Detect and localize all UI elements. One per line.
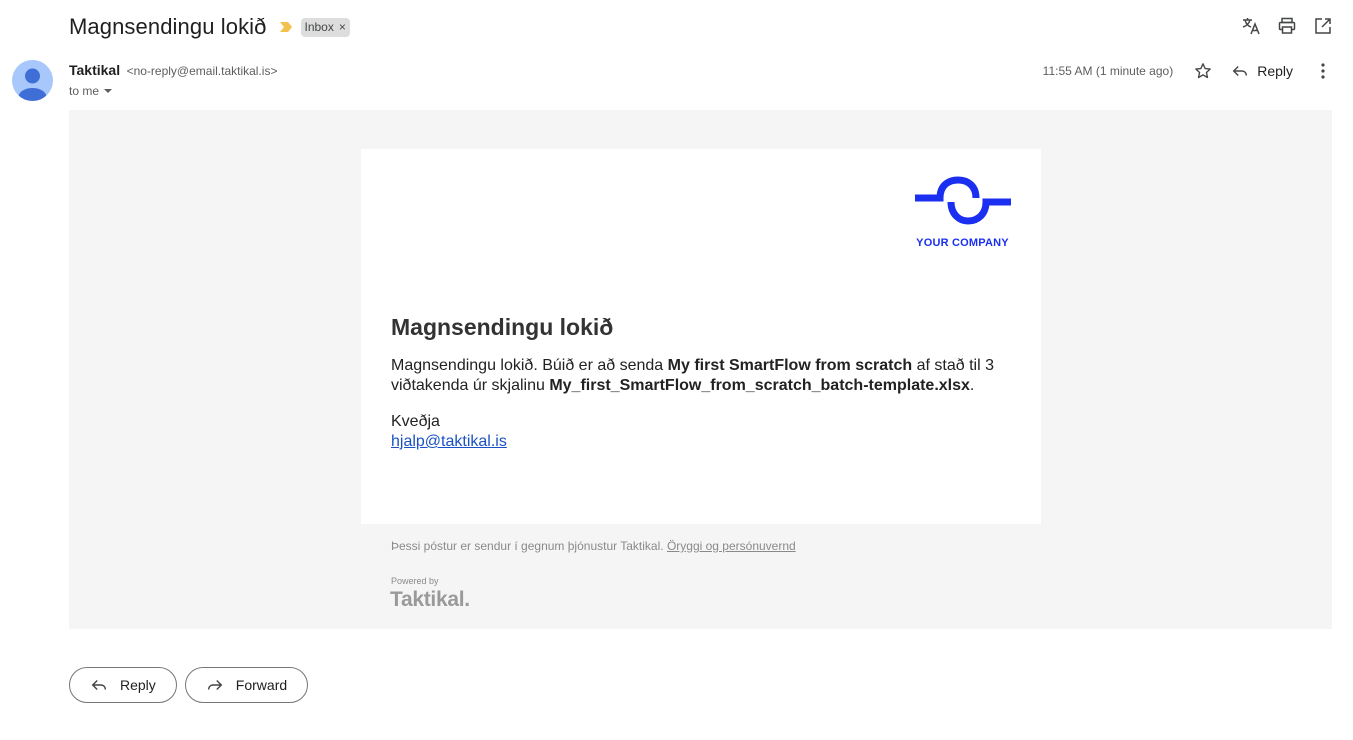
flow-name: My first SmartFlow from scratch [667,357,913,374]
contact-email-link[interactable]: hjalp@taktikal.is [391,433,507,450]
importance-marker-icon[interactable] [279,21,293,33]
email-body-text: Magnsendingu lokið. Búið er að senda My … [391,356,1011,396]
reply-icon [1232,65,1248,77]
chevron-down-icon [104,89,113,93]
translate-icon[interactable] [1241,16,1261,36]
recipient-label: to me [69,84,100,98]
sender-email: <no-reply@email.taktikal.is> [126,64,278,78]
body-part-3: . [969,377,975,394]
sender-block: Taktikal <no-reply@email.taktikal.is> to… [69,62,277,98]
subject-row: Magnsendingu lokið Inbox × [69,10,350,44]
email-heading: Magnsendingu lokið [391,314,614,340]
forward-button[interactable]: Forward [184,667,309,703]
message-meta: 11:55 AM (1 minute ago) Reply [1043,60,1333,82]
print-icon[interactable] [1277,16,1297,36]
privacy-link[interactable]: Öryggi og persónuvernd [667,539,796,553]
body-part-1: Magnsendingu lokið. Búið er að senda [391,357,668,374]
sender-name[interactable]: Taktikal [69,62,120,78]
remove-label-button[interactable]: × [339,20,346,34]
bottom-actions: Reply Forward [69,667,309,703]
more-options-icon[interactable] [1313,61,1333,81]
inbox-label-chip: Inbox × [300,17,350,37]
sender-avatar[interactable] [12,60,53,101]
file-name: My_first_SmartFlow_from_scratch_batch-te… [549,377,970,394]
forward-button-label: Forward [235,677,288,693]
footer-note-text: Þessi póstur er sendur í gegnum þjónustu… [391,539,664,553]
recipient-details-toggle[interactable]: to me [69,84,277,98]
email-signoff: Kveðja hjalp@taktikal.is [391,412,507,452]
company-logo-text: YOUR COMPANY [916,237,1009,249]
open-in-new-window-icon[interactable] [1313,16,1333,36]
reply-button-label: Reply [120,677,156,693]
reply-label-top: Reply [1257,63,1293,79]
company-logo-mark-icon [915,176,1011,225]
inbox-label-text: Inbox [304,20,334,34]
top-toolbar [1241,16,1333,36]
company-logo: YOUR COMPANY [915,176,1011,249]
footer-note: Þessi póstur er sendur í gegnum þjónustu… [391,539,796,553]
message-timestamp: 11:55 AM (1 minute ago) [1042,64,1174,78]
star-icon[interactable] [1193,61,1213,81]
reply-button[interactable]: Reply [69,667,177,703]
forward-icon [207,679,223,691]
signoff-text: Kveðja [391,413,440,430]
reply-button-top[interactable]: Reply [1231,62,1293,80]
powered-by-label: Powered by [391,576,439,586]
taktikal-logo[interactable]: Taktikal. [390,588,470,612]
email-card: YOUR COMPANY Magnsendingu lokið Magnsend… [361,149,1041,524]
email-content-area: YOUR COMPANY Magnsendingu lokið Magnsend… [69,110,1332,629]
email-subject: Magnsendingu lokið [69,14,267,39]
reply-icon [91,679,107,691]
